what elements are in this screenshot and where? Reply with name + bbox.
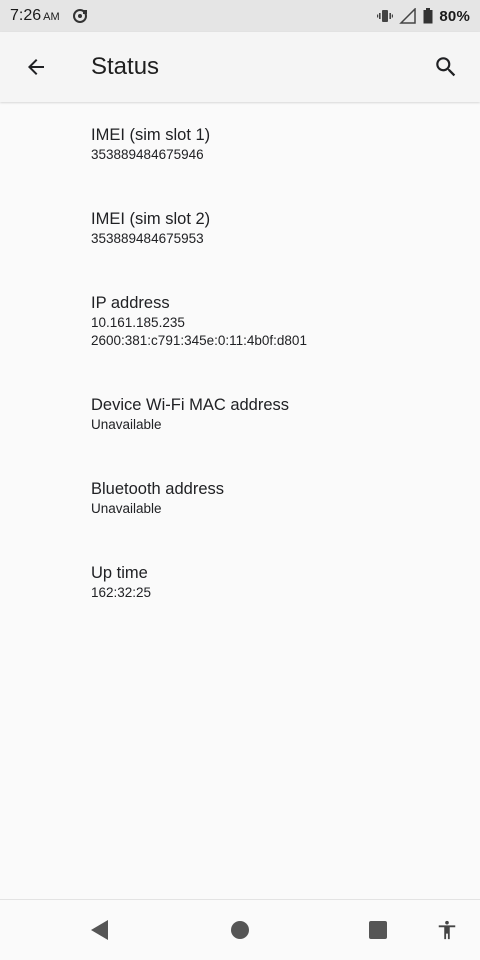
item-summary: Unavailable: [91, 501, 162, 516]
search-button[interactable]: [426, 47, 466, 87]
vibrate-icon: [377, 10, 394, 22]
item-summary-ipv4: 10.161.185.235: [91, 315, 185, 330]
back-triangle-icon: [91, 920, 108, 940]
navigation-bar: [0, 899, 480, 960]
list-item-imei-1[interactable]: IMEI (sim slot 1) 353889484675946: [0, 124, 480, 164]
battery-level: 80%: [439, 7, 470, 25]
status-right: 80%: [377, 8, 470, 25]
list-item-ip-address[interactable]: IP address 10.161.185.235 2600:381:c791:…: [0, 292, 480, 350]
status-bar: 7:26 AM 80%: [0, 0, 480, 32]
item-summary: Unavailable: [91, 417, 162, 432]
battery-icon: [423, 8, 433, 24]
status-time: 7:26: [10, 7, 42, 24]
recents-square-icon: [369, 921, 387, 939]
nav-back-button[interactable]: [82, 912, 118, 948]
list-item-up-time[interactable]: Up time 162:32:25: [0, 562, 480, 602]
nav-recents-button[interactable]: [360, 912, 396, 948]
nav-home-button[interactable]: [222, 912, 258, 948]
item-title: Bluetooth address: [91, 480, 225, 498]
status-left: 7:26 AM: [10, 7, 88, 25]
arrow-left-icon: [28, 59, 44, 75]
sync-icon: [72, 9, 87, 23]
item-title: Device Wi-Fi MAC address: [91, 396, 290, 414]
status-ampm: AM: [43, 11, 60, 23]
item-summary: 162:32:25: [91, 585, 152, 600]
list-item-imei-2[interactable]: IMEI (sim slot 2) 353889484675953: [0, 208, 480, 248]
nav-accessibility-button[interactable]: [429, 912, 465, 948]
item-title: IMEI (sim slot 2): [91, 210, 211, 228]
item-summary: 353889484675953: [91, 231, 204, 246]
signal-icon: [399, 8, 417, 24]
item-summary-ipv6: 2600:381:c791:345e:0:11:4b0f:d801: [91, 333, 307, 348]
status-time-group: 7:26 AM: [10, 7, 60, 25]
app-bar: Status: [0, 32, 480, 102]
back-button[interactable]: [16, 47, 56, 87]
list-item-wifi-mac[interactable]: Device Wi-Fi MAC address Unavailable: [0, 394, 480, 434]
accessibility-icon: [438, 920, 456, 940]
item-title: Up time: [91, 564, 148, 582]
search-icon: [436, 57, 456, 77]
list-item-bluetooth-address[interactable]: Bluetooth address Unavailable: [0, 478, 480, 518]
item-title: IMEI (sim slot 1): [91, 126, 211, 144]
item-title: IP address: [91, 294, 170, 312]
item-summary: 353889484675946: [91, 147, 204, 162]
home-circle-icon: [231, 921, 249, 939]
page-title: Status: [91, 53, 160, 80]
